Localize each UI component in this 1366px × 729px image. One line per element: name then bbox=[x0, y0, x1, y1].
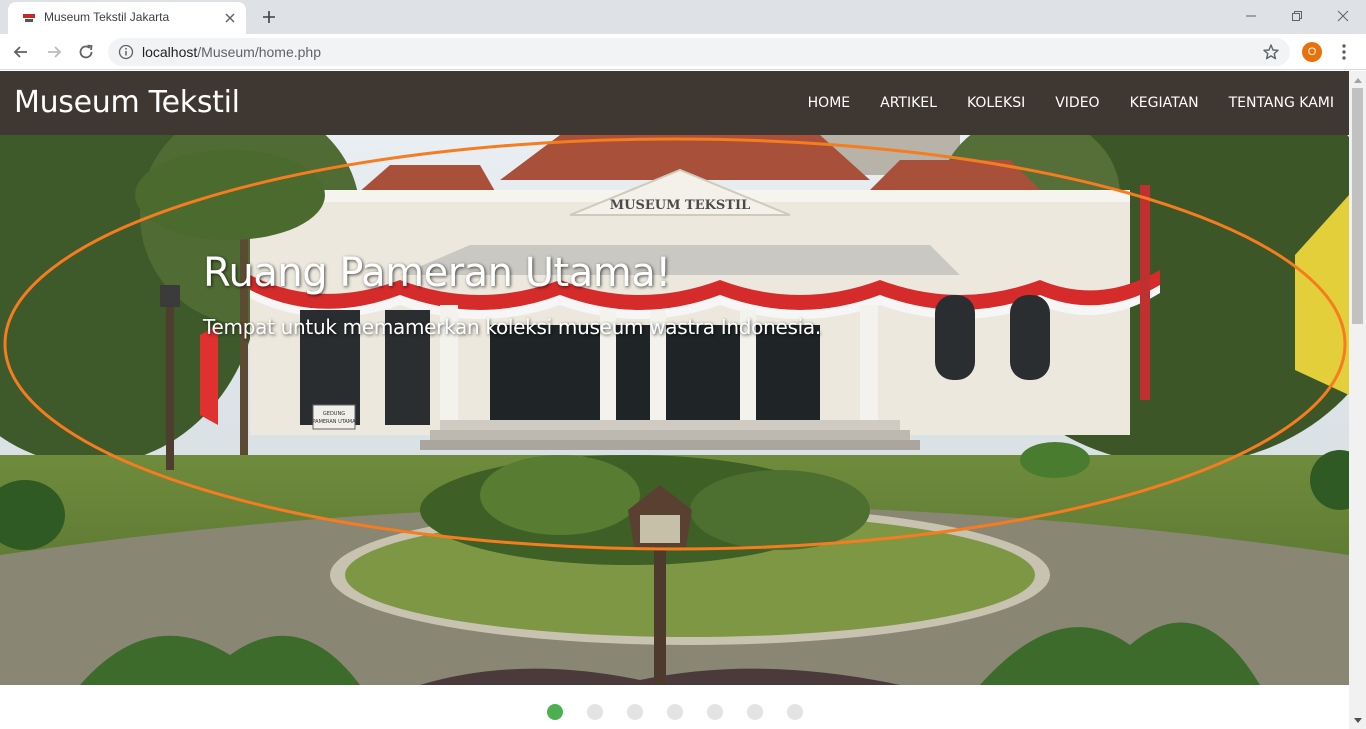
slide-caption-title: Ruang Pameran Utama! bbox=[203, 250, 671, 296]
site-brand[interactable]: Museum Tekstil bbox=[14, 85, 240, 120]
hero-slide: MUSEUM TEKSTIL GEDUNG PAMERAN UTAMA Ruan… bbox=[0, 135, 1349, 685]
window-close-icon bbox=[1337, 10, 1349, 22]
slide-dot-4[interactable] bbox=[667, 704, 683, 720]
window-close-button[interactable] bbox=[1320, 4, 1366, 28]
slide-caption-text: Tempat untuk memamerkan koleksi museum w… bbox=[203, 315, 821, 339]
building-sign: MUSEUM TEKSTIL bbox=[610, 198, 750, 213]
page-scrollbar[interactable] bbox=[1349, 71, 1366, 729]
minimize-icon bbox=[1246, 15, 1256, 17]
favicon-icon bbox=[23, 14, 35, 22]
slide-dot-7[interactable] bbox=[787, 704, 803, 720]
tab-title: Museum Tekstil Jakarta bbox=[44, 10, 170, 24]
browser-tab[interactable]: Museum Tekstil Jakarta bbox=[8, 2, 246, 34]
slide-dot-1[interactable] bbox=[547, 704, 563, 720]
triangle-down-icon bbox=[1353, 717, 1362, 723]
scroll-down-button[interactable] bbox=[1349, 712, 1366, 729]
browser-toolbar: localhost/Museum/home.php O bbox=[0, 34, 1366, 70]
slide-dot-5[interactable] bbox=[707, 704, 723, 720]
slide-dot-2[interactable] bbox=[587, 704, 603, 720]
nav-artikel[interactable]: ARTIKEL bbox=[880, 95, 937, 111]
plus-icon[interactable] bbox=[258, 6, 280, 28]
slide-pager bbox=[0, 685, 1349, 729]
back-button[interactable] bbox=[9, 40, 33, 64]
browser-tab-bar: Museum Tekstil Jakarta bbox=[0, 0, 1366, 34]
star-icon[interactable] bbox=[1262, 43, 1280, 61]
slide-dot-6[interactable] bbox=[747, 704, 763, 720]
minimize-button[interactable] bbox=[1228, 4, 1274, 28]
page-viewport: Museum Tekstil HOME ARTIKEL KOLEKSI VIDE… bbox=[0, 71, 1349, 729]
url-host: localhost bbox=[142, 44, 198, 60]
slide-dot-3[interactable] bbox=[627, 704, 643, 720]
reload-icon bbox=[79, 44, 93, 59]
forward-button[interactable] bbox=[42, 40, 66, 64]
museum-building-photo: MUSEUM TEKSTIL GEDUNG PAMERAN UTAMA bbox=[0, 135, 1349, 685]
site-navbar: Museum Tekstil HOME ARTIKEL KOLEKSI VIDE… bbox=[0, 71, 1349, 135]
info-icon[interactable] bbox=[118, 44, 134, 60]
triangle-up-icon bbox=[1353, 77, 1362, 83]
address-bar[interactable]: localhost/Museum/home.php bbox=[108, 38, 1290, 66]
restore-button[interactable] bbox=[1274, 4, 1320, 28]
nav-kegiatan[interactable]: KEGIATAN bbox=[1130, 95, 1199, 111]
more-vert-icon[interactable] bbox=[1336, 42, 1352, 62]
nav-home[interactable]: HOME bbox=[808, 95, 850, 111]
close-icon[interactable] bbox=[222, 10, 238, 26]
nav-video[interactable]: VIDEO bbox=[1055, 95, 1099, 111]
nav-koleksi[interactable]: KOLEKSI bbox=[967, 95, 1025, 111]
reload-button[interactable] bbox=[74, 40, 98, 64]
forward-arrow-icon bbox=[48, 46, 62, 58]
nav-menu: HOME ARTIKEL KOLEKSI VIDEO KEGIATAN TENT… bbox=[778, 71, 1334, 135]
svg-text:PAMERAN UTAMA: PAMERAN UTAMA bbox=[312, 419, 356, 425]
profile-avatar[interactable]: O bbox=[1302, 42, 1322, 62]
scroll-thumb[interactable] bbox=[1352, 88, 1363, 324]
scroll-up-button[interactable] bbox=[1349, 71, 1366, 88]
back-arrow-icon bbox=[13, 46, 27, 58]
url-text[interactable]: localhost/Museum/home.php bbox=[142, 44, 321, 60]
gedung-sign: GEDUNG bbox=[323, 411, 345, 417]
nav-tentang-kami[interactable]: TENTANG KAMI bbox=[1229, 95, 1334, 111]
restore-icon bbox=[1292, 11, 1302, 21]
url-path: /Museum/home.php bbox=[197, 44, 321, 60]
